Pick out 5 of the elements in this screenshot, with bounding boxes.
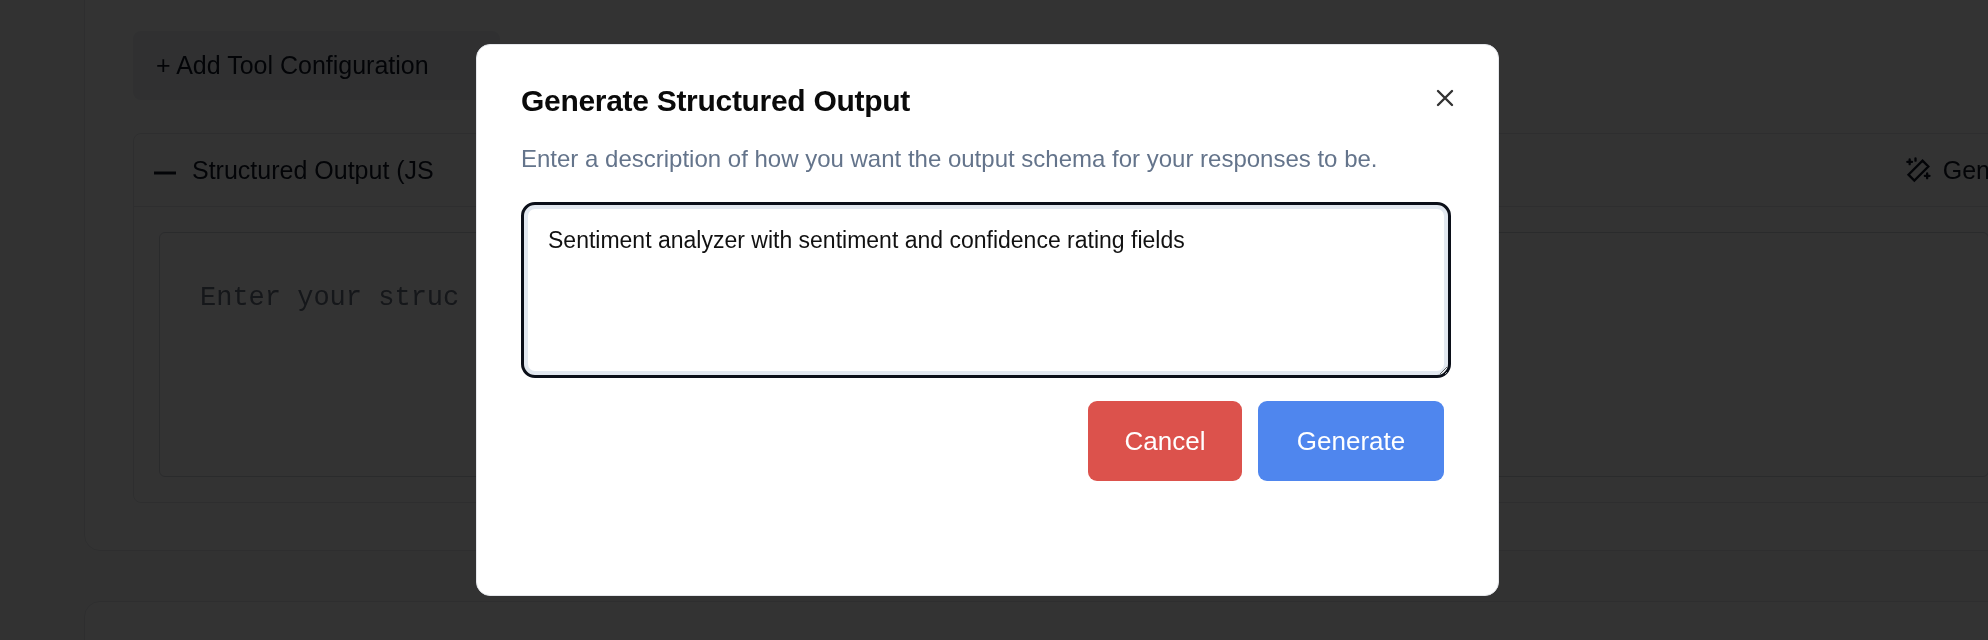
- description-field[interactable]: Sentiment analyzer with sentiment and confidence rating fields: [521, 202, 1451, 378]
- dialog-title: Generate Structured Output: [521, 83, 910, 119]
- cancel-button[interactable]: Cancel: [1088, 401, 1242, 481]
- generate-button[interactable]: Generate: [1258, 401, 1444, 481]
- dialog-description: Enter a description of how you want the output schema for your responses to be.: [521, 144, 1379, 174]
